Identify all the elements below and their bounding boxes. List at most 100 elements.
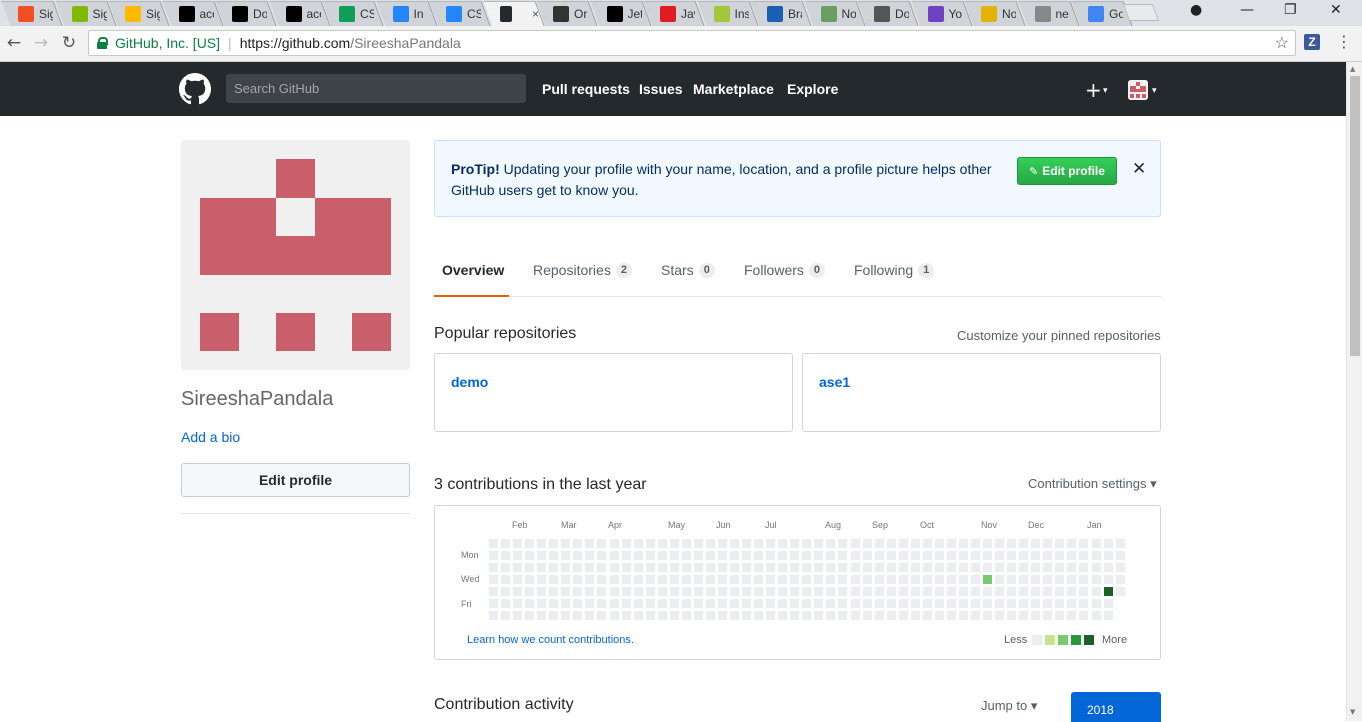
contribution-day[interactable] [705, 539, 715, 548]
contribution-day[interactable] [910, 539, 920, 548]
contribution-day[interactable] [910, 551, 920, 561]
contribution-day[interactable] [766, 563, 776, 573]
contribution-day[interactable] [934, 599, 944, 609]
contribution-day[interactable] [1019, 575, 1029, 585]
contribution-day[interactable] [790, 539, 800, 548]
contribution-day[interactable] [1079, 551, 1089, 561]
contribution-day[interactable] [657, 563, 667, 573]
contribution-day[interactable] [1043, 611, 1053, 621]
learn-contributions-link[interactable]: Learn how we count contributions. [467, 634, 634, 646]
contribution-day[interactable] [573, 575, 583, 585]
contribution-day[interactable] [693, 539, 703, 548]
contribution-day[interactable] [862, 587, 872, 597]
tab-following[interactable]: Following 1 [854, 262, 935, 278]
contribution-day[interactable] [573, 611, 583, 621]
contribution-day[interactable] [513, 587, 523, 597]
nav-issues[interactable]: Issues [639, 81, 683, 97]
contribution-day[interactable] [802, 539, 812, 548]
contribution-day[interactable] [549, 611, 559, 621]
contribution-day[interactable] [766, 575, 776, 585]
nav-pull-requests[interactable]: Pull requests [542, 81, 630, 97]
contribution-day[interactable] [850, 599, 860, 609]
contribution-day[interactable] [874, 611, 884, 621]
contribution-day[interactable] [501, 575, 511, 585]
contribution-day[interactable] [958, 563, 968, 573]
contribution-day[interactable] [537, 599, 547, 609]
contribution-day[interactable] [609, 587, 619, 597]
contribution-day[interactable] [537, 587, 547, 597]
contribution-day[interactable] [790, 587, 800, 597]
browser-tab[interactable]: In [375, 1, 437, 26]
contribution-day[interactable] [549, 599, 559, 609]
contribution-day[interactable] [983, 539, 993, 548]
nav-marketplace[interactable]: Marketplace [693, 81, 774, 97]
contribution-day[interactable] [886, 551, 896, 561]
contribution-day[interactable] [633, 611, 643, 621]
contribution-day[interactable] [790, 551, 800, 561]
contribution-day[interactable] [645, 611, 655, 621]
contribution-day[interactable] [814, 551, 824, 561]
customize-pins-link[interactable]: Customize your pinned repositories [957, 328, 1161, 343]
contribution-day[interactable] [549, 587, 559, 597]
contribution-day[interactable] [609, 563, 619, 573]
contribution-day[interactable] [525, 551, 535, 561]
contribution-day[interactable] [983, 611, 993, 621]
contribution-day[interactable] [910, 599, 920, 609]
contribution-day[interactable] [1055, 575, 1065, 585]
window-close-icon[interactable]: ✕ [1330, 2, 1342, 18]
contribution-day[interactable] [561, 575, 571, 585]
contribution-day[interactable] [549, 551, 559, 561]
contribution-day[interactable] [633, 539, 643, 548]
contribution-day[interactable] [1043, 563, 1053, 573]
contribution-day[interactable] [850, 587, 860, 597]
contribution-day[interactable] [922, 563, 932, 573]
contribution-day[interactable] [633, 551, 643, 561]
contribution-day[interactable] [934, 563, 944, 573]
address-bar[interactable]: GitHub, Inc. [US] | https://github.com/S… [88, 30, 1296, 56]
contribution-day[interactable] [1031, 551, 1041, 561]
browser-tab[interactable]: acc [268, 1, 330, 26]
contribution-day[interactable] [766, 539, 776, 548]
contribution-day[interactable] [778, 563, 788, 573]
contribution-day[interactable] [669, 539, 679, 548]
contribution-day[interactable] [983, 551, 993, 561]
contribution-day[interactable] [705, 551, 715, 561]
back-icon[interactable]: ← [4, 33, 24, 53]
contribution-day[interactable] [778, 575, 788, 585]
contribution-day[interactable] [946, 563, 956, 573]
contribution-settings-dropdown[interactable]: Contribution settings ▾ [1028, 476, 1157, 492]
contribution-day[interactable] [1007, 575, 1017, 585]
contribution-day[interactable] [693, 599, 703, 609]
contribution-day[interactable] [621, 575, 631, 585]
contribution-day[interactable] [1043, 599, 1053, 609]
contribution-day[interactable] [1079, 539, 1089, 548]
contribution-day[interactable] [657, 575, 667, 585]
contribution-day[interactable] [1067, 563, 1077, 573]
browser-tab[interactable]: Go [1071, 1, 1133, 26]
contribution-day[interactable] [1103, 587, 1113, 597]
contribution-day[interactable] [489, 599, 498, 609]
contribution-day[interactable] [681, 539, 691, 548]
extension-icon[interactable]: Z [1304, 34, 1320, 50]
contribution-day[interactable] [983, 563, 993, 573]
contribution-day[interactable] [705, 587, 715, 597]
contribution-day[interactable] [766, 551, 776, 561]
contribution-day[interactable] [513, 551, 523, 561]
contribution-day[interactable] [838, 587, 848, 597]
contribution-day[interactable] [874, 539, 884, 548]
contribution-day[interactable] [549, 563, 559, 573]
contribution-day[interactable] [501, 599, 511, 609]
contribution-day[interactable] [802, 587, 812, 597]
contribution-day[interactable] [971, 563, 980, 573]
contribution-day[interactable] [910, 587, 920, 597]
github-logo-icon[interactable] [179, 73, 211, 105]
contribution-day[interactable] [790, 599, 800, 609]
contribution-day[interactable] [946, 575, 956, 585]
contribution-day[interactable] [537, 551, 547, 561]
contribution-day[interactable] [1031, 611, 1041, 621]
contribution-day[interactable] [597, 611, 607, 621]
contribution-day[interactable] [669, 587, 679, 597]
search-input[interactable] [226, 74, 526, 103]
contribution-day[interactable] [922, 587, 932, 597]
contribution-day[interactable] [1031, 587, 1041, 597]
